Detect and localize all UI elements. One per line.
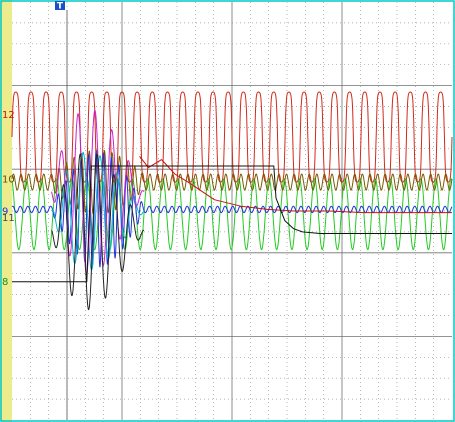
channel-label: 12 (2, 110, 15, 121)
channel-label: 10 (2, 174, 15, 185)
trigger-marker[interactable]: T (55, 1, 65, 12)
oscilloscope-chart: 12109118 T (0, 0, 455, 422)
channel-label: 11 (2, 213, 15, 224)
channel-label: 8 (2, 277, 8, 288)
trigger-marker-label: T (57, 2, 64, 12)
